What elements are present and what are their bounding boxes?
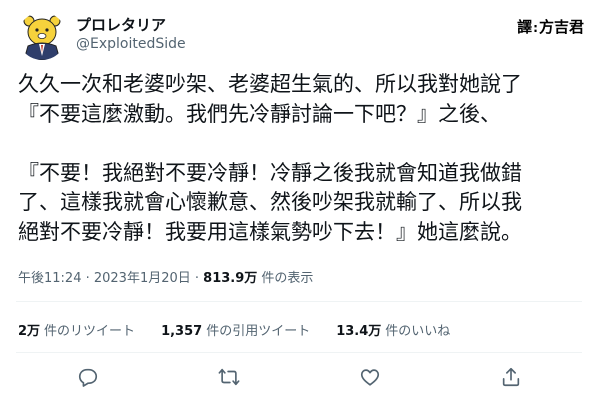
views-count: 813.9万 [203,271,258,286]
tweet-timestamp[interactable]: 午後11:24 · 2023年1月20日 [18,271,191,286]
tweet-line: 『不要這麼激動。我們先冷靜討論一下吧？』之後、 [18,101,501,126]
retweets-count: 2万 [18,324,41,339]
translator-credit: 譯:方吉君 [517,16,584,37]
views-label: 件の表示 [257,271,314,286]
tweet-line-blank [18,129,588,159]
tweet-line: 了、這樣我就會心懷歉意、然後吵架我就輸了、所以我 [18,190,522,214]
reply-button[interactable] [75,364,101,390]
share-icon [502,367,520,387]
like-icon [360,369,380,386]
retweet-icon [218,368,240,386]
tweet-meta: 午後11:24 · 2023年1月20日 · 813.9万 件の表示 [18,267,313,286]
translator-separator: : [533,21,538,35]
translator-name: 方吉君 [538,18,584,36]
share-button[interactable] [498,364,524,390]
translator-prefix: 譯 [517,18,533,36]
engagement-stats: 2万 件のリツイート 1,357 件の引用ツイート 13.4万 件のいいね [18,320,450,339]
tweet-line: 久久一次和老婆吵架、老婆超生氣的、所以我對她說了 [18,72,522,96]
likes-stat[interactable]: 13.4万 件のいいね [336,320,450,339]
meta-dot: · [190,271,204,286]
retweet-button[interactable] [216,364,242,390]
quotes-label: 件の引用ツイート [206,324,311,339]
likes-label: 件のいいね [385,324,451,339]
divider [16,352,582,353]
retweets-stat[interactable]: 2万 件のリツイート [18,320,135,339]
likes-count: 13.4万 [336,324,382,339]
tweet-line: 『不要！我絕對不要冷靜！冷靜之後我就會知道我做錯 [18,160,522,185]
divider [16,301,582,302]
avatar-image [18,12,66,60]
avatar[interactable] [18,12,66,60]
tweet-actions [0,364,598,394]
quotes-stat[interactable]: 1,357 件の引用ツイート [161,320,310,339]
tweet-line: 絕對不要冷靜！我要用這樣氣勢吵下去！』她這麼說。 [18,219,522,244]
quotes-count: 1,357 [161,324,203,339]
reply-icon [78,368,98,387]
user-handle[interactable]: @ExploitedSide [76,36,186,52]
retweets-label: 件のリツイート [44,324,136,339]
tweet-text: 久久一次和老婆吵架、老婆超生氣的、所以我對她說了 『不要這麼激動。我們先冷靜討論… [18,70,588,247]
like-button[interactable] [357,364,383,390]
display-name[interactable]: プロレタリア [76,14,166,35]
